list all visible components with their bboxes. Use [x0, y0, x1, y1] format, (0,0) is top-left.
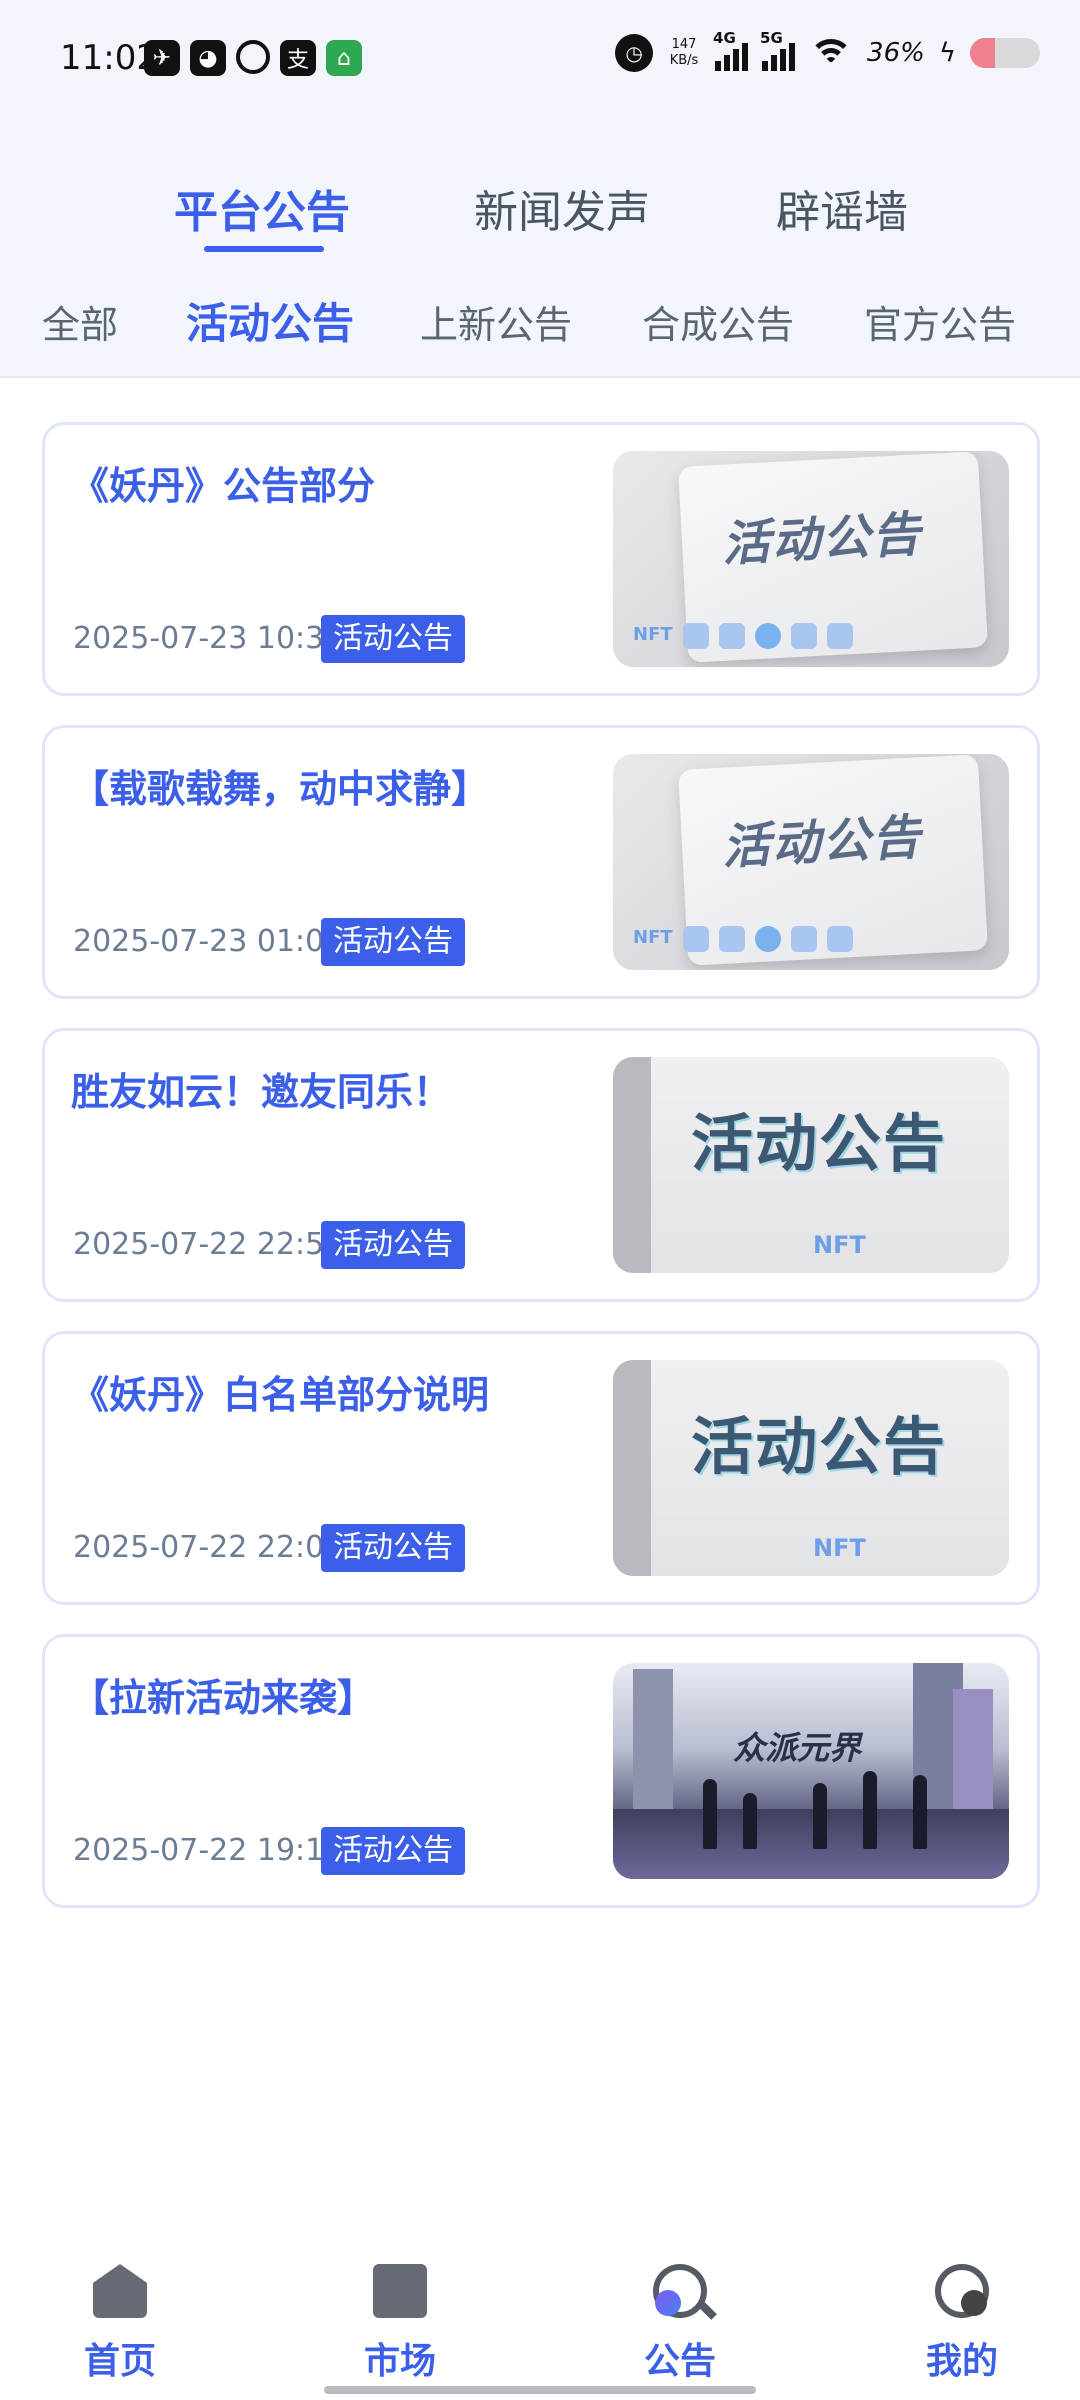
active-tab-indicator	[204, 246, 324, 252]
card-tag: 活动公告	[321, 1524, 465, 1572]
card-title: 《妖丹》公告部分	[71, 464, 376, 508]
signal-5g-label: 5G	[760, 29, 783, 47]
card-tag: 活动公告	[321, 615, 465, 663]
net-speed: 147 KB/s	[667, 37, 701, 69]
card-date: 2025-07-22 19:19	[73, 1833, 344, 1868]
card-tag: 活动公告	[321, 1827, 465, 1875]
thumb-text: 活动公告	[720, 506, 924, 573]
thumb-nft-label: NFT	[633, 927, 673, 948]
announcement-card[interactable]: 【拉新活动来袭】 2025-07-22 19:19 活动公告 众派元界	[42, 1634, 1040, 1908]
card-date: 2025-07-22 22:53	[73, 1227, 344, 1262]
market-icon	[373, 2264, 427, 2318]
card-thumbnail: 活动公告 NFT	[613, 451, 1009, 667]
battery-icon	[970, 38, 1040, 68]
announcement-card[interactable]: 【载歌载舞，动中求静】 2025-07-23 01:09 活动公告 活动公告 N…	[42, 725, 1040, 999]
status-right: ◷ 147 KB/s 4G 5G 36% ϟ	[615, 29, 1040, 72]
subtab-synthesis[interactable]: 合成公告	[642, 294, 794, 349]
card-title: 【载歌载舞，动中求静】	[71, 767, 490, 811]
thumb-nft-label: NFT	[813, 1534, 866, 1562]
nav-announcements-label: 公告	[643, 2341, 716, 2382]
net-speed-unit: KB/s	[669, 53, 699, 68]
card-thumbnail: 活动公告 NFT	[613, 1057, 1009, 1273]
thumb-text: 众派元界	[733, 1729, 862, 1767]
bottom-nav: 首页 市场 公告 我的	[0, 2240, 1080, 2400]
card-tag: 活动公告	[321, 918, 465, 966]
status-bar: 11:02 ✈ ◕ 支 ⌂ ◷ 147 KB/s 4G 5G 36% ϟ	[0, 0, 1080, 120]
card-date: 2025-07-22 22:02	[73, 1530, 344, 1565]
nav-mine-label: 我的	[925, 2341, 998, 2382]
net-speed-value: 147	[671, 37, 697, 52]
card-thumbnail: 活动公告 NFT	[613, 1360, 1009, 1576]
card-title: 《妖丹》白名单部分说明	[71, 1373, 490, 1417]
signal-5g-icon: 5G	[760, 29, 796, 71]
profile-icon	[935, 2264, 989, 2318]
card-thumbnail: 活动公告 NFT	[613, 754, 1009, 970]
nav-home[interactable]: 首页	[40, 2240, 200, 2384]
thumb-text: 活动公告	[691, 1410, 948, 1483]
home-app-icon: ⌂	[326, 40, 362, 76]
card-date: 2025-07-23 10:30	[73, 621, 344, 656]
card-date: 2025-07-23 01:09	[73, 924, 344, 959]
nav-market-label: 市场	[363, 2341, 436, 2382]
signal-4g-label: 4G	[713, 29, 736, 47]
subtab-new-release[interactable]: 上新公告	[420, 294, 572, 349]
home-icon	[93, 2264, 147, 2318]
card-thumbnail: 众派元界	[613, 1663, 1009, 1879]
card-title: 【拉新活动来袭】	[71, 1676, 376, 1720]
card-tag: 活动公告	[321, 1221, 465, 1269]
thumb-text: 活动公告	[691, 1107, 948, 1180]
tab-rumor-wall[interactable]: 辟谣墙	[776, 176, 908, 240]
nav-announcements[interactable]: 公告	[600, 2240, 760, 2384]
thumb-nft-label: NFT	[813, 1231, 866, 1259]
nav-market[interactable]: 市场	[320, 2240, 480, 2384]
announcement-card[interactable]: 胜友如云！邀友同乐！ 2025-07-22 22:53 活动公告 活动公告 NF…	[42, 1028, 1040, 1302]
battery-percent: 36%	[867, 38, 925, 68]
announcement-card[interactable]: 《妖丹》公告部分 2025-07-23 10:30 活动公告 活动公告 NFT	[42, 422, 1040, 696]
subtab-official[interactable]: 官方公告	[864, 294, 1016, 349]
tab-platform-announcements[interactable]: 平台公告	[174, 176, 350, 240]
announcement-card[interactable]: 《妖丹》白名单部分说明 2025-07-22 22:02 活动公告 活动公告 N…	[42, 1331, 1040, 1605]
alipay-icon: 支	[280, 40, 316, 76]
status-app-icons: ✈ ◕ 支 ⌂	[144, 40, 362, 76]
subtab-activity[interactable]: 活动公告	[186, 290, 354, 351]
telegram-icon: ✈	[144, 40, 180, 76]
q-icon	[236, 40, 270, 74]
notice-icon	[653, 2264, 707, 2318]
thumb-text: 活动公告	[720, 809, 924, 876]
subtab-all[interactable]: 全部	[42, 294, 118, 349]
nav-mine[interactable]: 我的	[882, 2240, 1042, 2384]
nav-home-label: 首页	[83, 2341, 156, 2382]
thumb-nft-label: NFT	[633, 624, 673, 645]
header-area: 11:02 ✈ ◕ 支 ⌂ ◷ 147 KB/s 4G 5G 36% ϟ 平台公…	[0, 0, 1080, 378]
alarm-icon: ◷	[615, 34, 654, 72]
signal-4g-icon: 4G	[713, 29, 749, 71]
home-indicator[interactable]	[324, 2386, 756, 2394]
tab-news[interactable]: 新闻发声	[474, 176, 650, 240]
weibo-icon: ◕	[190, 40, 226, 76]
card-title: 胜友如云！邀友同乐！	[71, 1070, 452, 1114]
main-tabs: 平台公告 新闻发声 辟谣墙	[0, 176, 1080, 256]
wifi-icon	[809, 35, 854, 71]
charging-icon: ϟ	[938, 38, 956, 68]
